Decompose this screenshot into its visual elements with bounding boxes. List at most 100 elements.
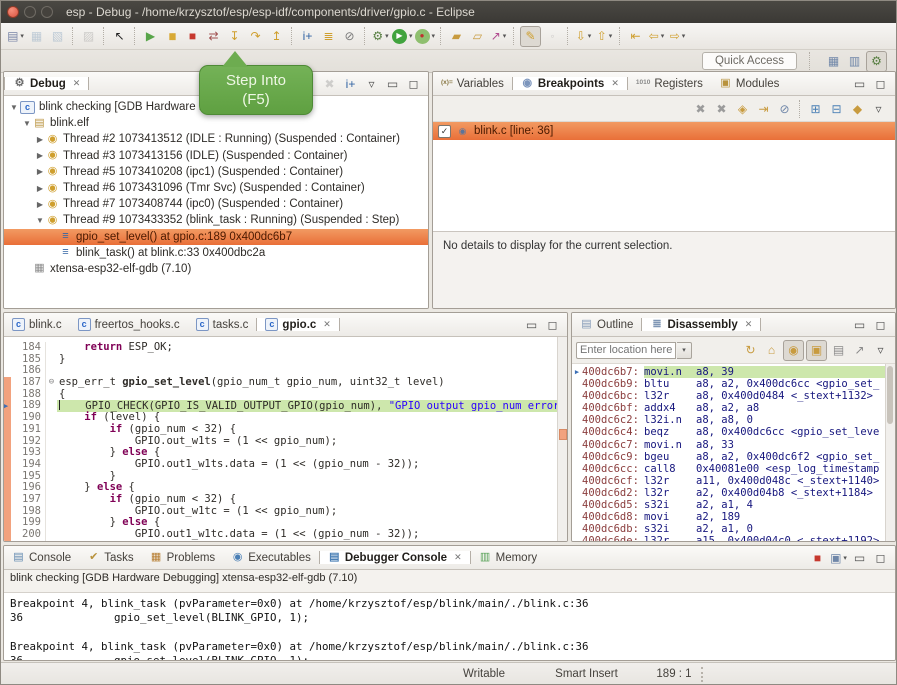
remove-all-breakpoints-icon[interactable]: ✖ — [712, 99, 731, 118]
save-all-icon[interactable]: ▧ — [48, 27, 67, 46]
collapse-all-icon[interactable]: ⊟ — [827, 99, 846, 118]
forward-history-icon[interactable]: ⇨▾ — [668, 27, 687, 46]
gdb-node[interactable]: ▦xtensa-esp32-elf-gdb (7.10) — [4, 261, 428, 277]
goto-breakpoint-file-icon[interactable]: ⇥ — [754, 99, 773, 118]
new-wizard-icon[interactable]: ▤▾ — [6, 27, 25, 46]
instruction-stepping-icon[interactable]: i+ — [298, 27, 317, 46]
maximize-icon[interactable]: ◻ — [871, 548, 890, 567]
tab-close-icon[interactable]: ✕ — [73, 78, 81, 89]
tree-expander-icon[interactable]: ▼ — [21, 119, 33, 128]
maximize-icon[interactable]: ◻ — [404, 74, 423, 93]
debug-launch-tree[interactable]: ▼cblink checking [GDB Hardware Debugging… — [4, 96, 428, 308]
import-project-icon[interactable]: ▱ — [468, 27, 487, 46]
tree-expander-icon[interactable]: ▶ — [34, 184, 46, 193]
open-perspective-icon[interactable]: ▦ — [824, 52, 843, 71]
code-line[interactable]: 187⊖esp_err_t gpio_set_level(gpio_num_t … — [4, 377, 567, 389]
disassembly-line[interactable]: 400dc6d2:l32ra2, 0x400d04b8 <_stext+1184… — [572, 487, 895, 499]
view-menu-icon[interactable]: ▿ — [869, 99, 888, 118]
open-project-icon[interactable]: ▰ — [447, 27, 466, 46]
tab-close-icon[interactable]: ✕ — [611, 78, 619, 89]
disassembly-line[interactable]: 400dc6c7:movi.na8, 33 — [572, 439, 895, 451]
stack-frame-row[interactable]: ≡blink_task() at blink.c:33 0x400dbc2a — [4, 245, 428, 261]
show-breakpoints-for-selection-icon[interactable]: ◈ — [733, 99, 752, 118]
disassembly-line[interactable]: 400dc6bc:l32ra8, 0x400d0484 <_stext+1132… — [572, 390, 895, 402]
tab-console[interactable]: ▤Console — [4, 551, 79, 564]
tab-blink-c[interactable]: cblink.c — [4, 318, 70, 331]
tree-expander-icon[interactable]: ▶ — [34, 200, 46, 209]
disassembly-line[interactable]: 400dc6de:l32ra15, 0x400d04c0 <_stext+119… — [572, 535, 895, 541]
next-annotation-icon[interactable]: ⇩▾ — [574, 27, 593, 46]
code-line[interactable]: 185} — [4, 354, 567, 366]
disassembly-scrollbar[interactable] — [885, 364, 895, 541]
view-menu-icon[interactable]: ▿ — [362, 74, 381, 93]
tab-close-icon[interactable]: ✕ — [454, 552, 462, 563]
tab-debugger-console[interactable]: ▤Debugger Console✕ — [319, 551, 471, 564]
code-editor[interactable]: 184 return ESP_OK;185}186187⊖esp_err_t g… — [4, 337, 567, 541]
disassembly-line[interactable]: 400dc6b9:bltua8, a2, 0x400dc6cc <gpio_se… — [572, 378, 895, 390]
show-source-icon[interactable]: ▣ — [806, 340, 827, 361]
thread-row[interactable]: ▶◉Thread #3 1073413156 (IDLE) (Suspended… — [4, 148, 428, 164]
tab-breakpoints[interactable]: ◉Breakpoints✕ — [512, 77, 628, 90]
home-icon[interactable]: ⌂ — [762, 341, 781, 360]
fold-collapse-icon[interactable]: ⊖ — [45, 377, 57, 389]
breakpoints-list[interactable]: ✓ ◉ blink.c [line: 36] — [433, 122, 895, 231]
location-dropdown-icon[interactable]: ▾ — [677, 342, 692, 359]
step-into-icon[interactable]: ↧ — [225, 27, 244, 46]
thread-row[interactable]: ▶◉Thread #6 1073431096 (Tmr Svc) (Suspen… — [4, 180, 428, 196]
debug-launch-icon[interactable]: ⚙▾ — [371, 27, 390, 46]
tab-freertos-hooks-c[interactable]: cfreertos_hooks.c — [70, 318, 188, 331]
display-console-icon[interactable]: ▣▾ — [829, 548, 848, 567]
external-tools-icon[interactable]: ↗▾ — [489, 27, 508, 46]
thread-row[interactable]: ▶◉Thread #5 1073410208 (ipc1) (Suspended… — [4, 164, 428, 180]
previous-annotation-icon[interactable]: ⇧▾ — [595, 27, 614, 46]
view-menu-icon[interactable]: ▿ — [871, 341, 890, 360]
run-launch-icon[interactable]: ▶▾ — [392, 27, 413, 46]
minimize-icon[interactable]: ▭ — [522, 315, 541, 334]
status-bar-grip[interactable] — [701, 667, 703, 682]
maximize-icon[interactable]: ◻ — [871, 315, 890, 334]
window-close-button[interactable] — [7, 6, 19, 18]
disassembly-line[interactable]: 400dc6bf:addx4a8, a2, a8 — [572, 402, 895, 414]
save-icon[interactable]: ▦ — [27, 27, 46, 46]
resume-icon[interactable]: ▶ — [141, 27, 160, 46]
follow-pc-icon[interactable]: ◉ — [783, 340, 804, 361]
minimize-icon[interactable]: ▭ — [850, 548, 869, 567]
thread-row[interactable]: ▶◉Thread #2 1073413512 (IDLE : Running) … — [4, 131, 428, 147]
terminate-icon[interactable]: ■ — [808, 548, 827, 567]
disassembly-location-input[interactable] — [576, 342, 676, 359]
instruction-stepping-mode-icon[interactable]: i+ — [341, 74, 360, 93]
last-edit-location-icon[interactable]: ⇤ — [626, 27, 645, 46]
step-return-icon[interactable]: ↥ — [267, 27, 286, 46]
disassembly-line[interactable]: 400dc6cf:l32ra11, 0x400d048c <_stext+114… — [572, 475, 895, 487]
remove-breakpoint-icon[interactable]: ✖ — [691, 99, 710, 118]
elf-node[interactable]: ▼▤blink.elf — [4, 115, 428, 131]
cpp-perspective-icon[interactable]: ▥ — [845, 52, 864, 71]
disassembly-line[interactable]: 400dc6cc:call80x40081e00 <esp_log_timest… — [572, 463, 895, 475]
thread-row[interactable]: ▼◉Thread #9 1073433352 (blink_task : Run… — [4, 212, 428, 228]
terminate-icon[interactable]: ■ — [183, 27, 202, 46]
tab-memory[interactable]: ▥Memory — [471, 551, 546, 564]
window-maximize-button[interactable] — [41, 6, 53, 18]
code-line[interactable]: 188{ — [4, 389, 567, 401]
console-output[interactable]: Breakpoint 4, blink_task (pvParameter=0x… — [4, 593, 895, 660]
mark-occurrences-icon[interactable]: ✎ — [520, 26, 541, 47]
disassembly-listing[interactable]: ▶400dc6b7:movi.na8, 39400dc6b9:bltua8, a… — [572, 364, 895, 541]
show-whitespace-icon[interactable]: ◦ — [543, 27, 562, 46]
tab-executables[interactable]: ◉Executables — [223, 551, 319, 564]
minimize-icon[interactable]: ▭ — [850, 315, 869, 334]
minimize-icon[interactable]: ▭ — [383, 74, 402, 93]
expand-all-icon[interactable]: ⊞ — [806, 99, 825, 118]
disassembly-line[interactable]: 400dc6c4:beqza8, 0x400dc6cc <gpio_set_le… — [572, 426, 895, 438]
tab-problems[interactable]: ▦Problems — [142, 551, 224, 564]
breakpoint-checkbox[interactable]: ✓ — [438, 125, 451, 138]
tree-expander-icon[interactable]: ▶ — [34, 167, 46, 176]
tree-expander-icon[interactable]: ▼ — [8, 103, 20, 112]
maximize-icon[interactable]: ◻ — [543, 315, 562, 334]
tab-registers[interactable]: 1010Registers — [628, 77, 711, 90]
minimize-icon[interactable]: ▭ — [850, 74, 869, 93]
code-line[interactable]: 184 return ESP_OK; — [4, 342, 567, 354]
debug-perspective-icon[interactable]: ⚙ — [866, 51, 887, 72]
breakpoint-row[interactable]: ✓ ◉ blink.c [line: 36] — [433, 122, 895, 140]
open-new-view-icon[interactable]: ↗ — [850, 341, 869, 360]
tree-expander-icon[interactable]: ▼ — [34, 216, 46, 225]
